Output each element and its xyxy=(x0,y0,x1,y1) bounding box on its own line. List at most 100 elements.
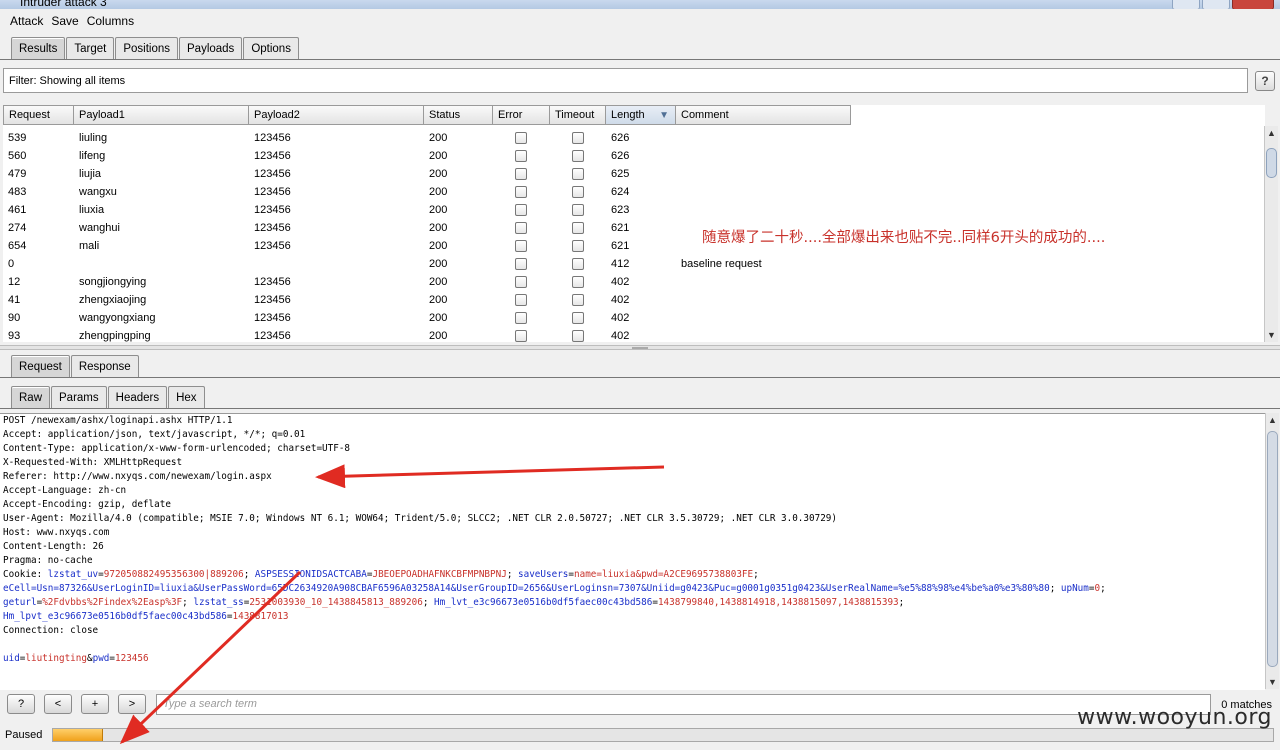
column-payload2[interactable]: Payload2 xyxy=(249,105,424,125)
cell-payload1: lifeng xyxy=(79,150,106,162)
table-row[interactable]: 0 200 412 baseline request xyxy=(3,255,851,273)
cell-comment xyxy=(676,201,851,219)
tab-headers[interactable]: Headers xyxy=(107,386,168,408)
menu-attack[interactable]: Attack xyxy=(10,14,43,28)
table-row[interactable]: 479 liujia 123456 200 625 xyxy=(3,165,851,183)
split-divider[interactable] xyxy=(0,345,1280,350)
filter-bar[interactable]: Filter: Showing all items xyxy=(3,68,1248,93)
editor-scroll-thumb[interactable] xyxy=(1267,431,1278,667)
table-row[interactable]: 483 wangxu 123456 200 624 xyxy=(3,183,851,201)
cell-status: 200 xyxy=(429,132,448,144)
table-row[interactable]: 461 liuxia 123456 200 623 xyxy=(3,201,851,219)
table-row[interactable]: 93 zhengpingping 123456 200 402 xyxy=(3,327,851,342)
column-length[interactable]: Length ▼ xyxy=(606,105,676,125)
tab-raw[interactable]: Raw xyxy=(11,386,51,408)
cell-payload2: 123456 xyxy=(254,240,291,252)
column-timeout[interactable]: Timeout xyxy=(550,105,606,125)
table-row[interactable]: 560 lifeng 123456 200 626 xyxy=(3,147,851,165)
cell-error xyxy=(493,219,550,237)
cell-request: 539 xyxy=(8,132,27,144)
column-status[interactable]: Status xyxy=(424,105,493,125)
timeout-checkbox xyxy=(572,204,584,216)
cell-request: 483 xyxy=(8,186,27,198)
previous-match-button[interactable]: < xyxy=(44,694,72,714)
scroll-down-icon[interactable]: ▼ xyxy=(1268,677,1277,687)
cookie-name: geturl xyxy=(3,597,37,608)
tab-results[interactable]: Results xyxy=(11,37,66,59)
error-checkbox xyxy=(515,132,527,144)
close-button[interactable] xyxy=(1232,0,1274,9)
editor-scrollbar[interactable]: ▲ ▼ xyxy=(1265,413,1279,689)
detail-tab-underline xyxy=(0,377,1280,378)
raw-line: Accept-Language: zh-cn xyxy=(3,485,127,496)
cell-comment: baseline request xyxy=(681,258,762,270)
cell-timeout xyxy=(550,291,606,309)
cell-status: 200 xyxy=(429,150,448,162)
add-button[interactable]: + xyxy=(81,694,109,714)
cell-length: 625 xyxy=(611,168,630,180)
raw-line-empty xyxy=(0,638,1265,652)
filter-help-button[interactable]: ? xyxy=(1255,71,1275,91)
raw-line-referer: Referer: http://www.nxyqs.com/newexam/lo… xyxy=(3,471,272,482)
cell-length: 402 xyxy=(611,312,630,324)
tab-positions[interactable]: Positions xyxy=(115,37,178,59)
tab-params[interactable]: Params xyxy=(51,386,107,408)
param-value: liutingting xyxy=(25,653,87,664)
cell-error xyxy=(493,129,550,147)
cell-status: 200 xyxy=(429,168,448,180)
cell-timeout xyxy=(550,327,606,342)
timeout-checkbox xyxy=(572,150,584,162)
cookie-name: Hm_lpvt_e3c96673e0516b0df5faec00c43bd586 xyxy=(3,611,227,622)
param-name: pwd xyxy=(92,653,110,664)
column-error[interactable]: Error xyxy=(493,105,550,125)
tab-hex[interactable]: Hex xyxy=(168,386,205,408)
minimize-button[interactable] xyxy=(1172,0,1200,9)
cookie-name: lzstat_uv xyxy=(47,569,99,580)
column-request[interactable]: Request xyxy=(3,105,74,125)
search-input[interactable]: Type a search term xyxy=(156,694,1211,715)
cell-error xyxy=(493,273,550,291)
cell-length: 626 xyxy=(611,132,630,144)
tab-options[interactable]: Options xyxy=(243,37,299,59)
table-row[interactable]: 41 zhengxiaojing 123456 200 402 xyxy=(3,291,851,309)
table-row[interactable]: 12 songjiongying 123456 200 402 xyxy=(3,273,851,291)
tab-payloads[interactable]: Payloads xyxy=(179,37,243,59)
main-tabs: Results Target Positions Payloads Option… xyxy=(11,37,300,59)
column-comment[interactable]: Comment xyxy=(676,105,851,125)
results-scrollbar[interactable]: ▲ ▼ xyxy=(1264,126,1278,342)
param-value: 123456 xyxy=(115,653,149,664)
next-match-button[interactable]: > xyxy=(118,694,146,714)
cell-payload2: 123456 xyxy=(254,150,291,162)
cookie-name: saveUsers xyxy=(518,569,569,580)
tab-response[interactable]: Response xyxy=(70,355,139,377)
scroll-up-icon[interactable]: ▲ xyxy=(1267,128,1276,138)
table-row[interactable]: 90 wangyongxiang 123456 200 402 xyxy=(3,309,851,327)
raw-request-editor[interactable]: POST /newexam/ashx/loginapi.ashx HTTP/1.… xyxy=(0,413,1265,690)
cell-request: 93 xyxy=(8,330,21,342)
table-row[interactable]: 539 liuling 123456 200 626 xyxy=(3,129,851,147)
tab-target[interactable]: Target xyxy=(66,37,115,59)
error-checkbox xyxy=(515,258,527,270)
raw-line: Content-Length: 26 xyxy=(3,541,104,552)
cell-request: 479 xyxy=(8,168,27,180)
cell-comment xyxy=(676,273,851,291)
tab-request[interactable]: Request xyxy=(11,355,70,377)
column-payload1[interactable]: Payload1 xyxy=(74,105,249,125)
cell-status: 200 xyxy=(429,276,448,288)
detail-tabs: Request Response xyxy=(11,355,140,377)
scroll-up-icon[interactable]: ▲ xyxy=(1268,415,1277,425)
results-scroll-thumb[interactable] xyxy=(1266,148,1277,178)
timeout-checkbox xyxy=(572,330,584,342)
progress-fill xyxy=(53,729,103,741)
menu-columns[interactable]: Columns xyxy=(87,14,134,28)
error-checkbox xyxy=(515,330,527,342)
maximize-button[interactable] xyxy=(1202,0,1230,9)
menu-save[interactable]: Save xyxy=(51,14,78,28)
cell-length: 623 xyxy=(611,204,630,216)
search-help-button[interactable]: ? xyxy=(7,694,35,714)
divider-grip[interactable] xyxy=(632,347,648,349)
scroll-down-icon[interactable]: ▼ xyxy=(1267,330,1276,340)
cell-request: 274 xyxy=(8,222,27,234)
cell-payload1: zhengpingping xyxy=(79,330,151,342)
cell-comment xyxy=(676,327,851,342)
